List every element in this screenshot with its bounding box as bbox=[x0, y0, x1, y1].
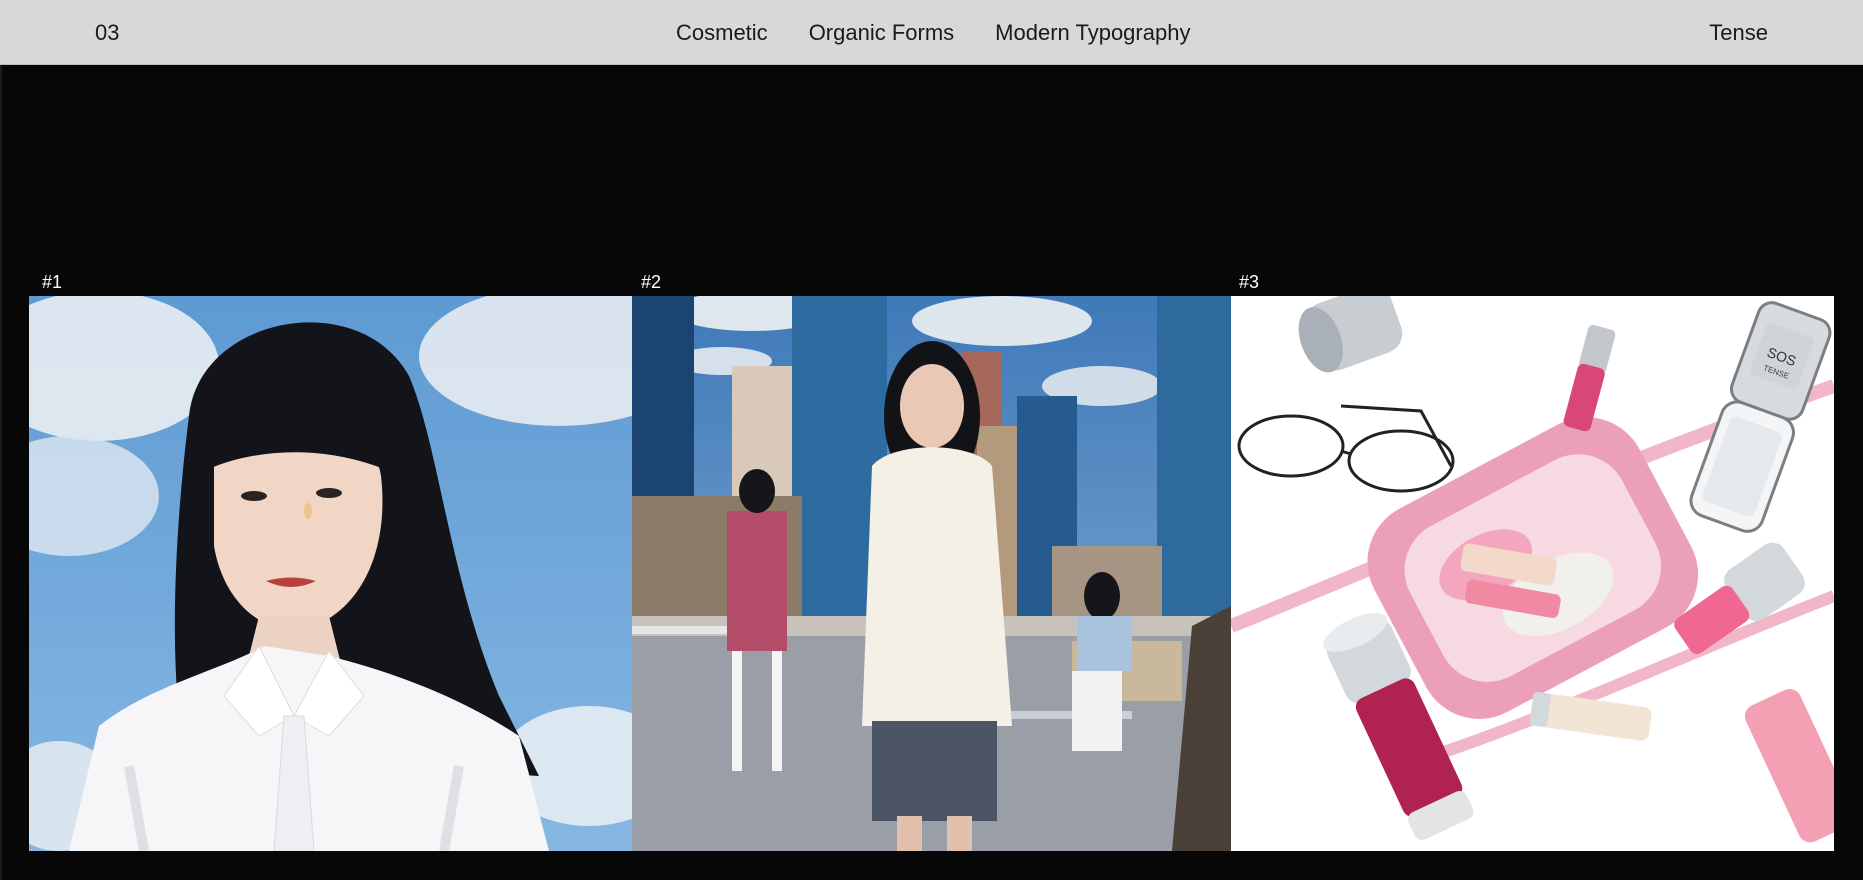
category-nav: Cosmetic Organic Forms Modern Typography bbox=[676, 20, 1190, 46]
nav-item-modern-typography[interactable]: Modern Typography bbox=[995, 20, 1190, 46]
gallery-image-office[interactable] bbox=[632, 296, 1231, 851]
frame-edge bbox=[0, 65, 2, 880]
section-number: 03 bbox=[95, 20, 120, 45]
gallery-image-portrait[interactable] bbox=[29, 296, 632, 851]
top-bar: 03 Cosmetic Organic Forms Modern Typogra… bbox=[0, 0, 1863, 65]
nav-item-organic-forms[interactable]: Organic Forms bbox=[809, 20, 954, 46]
nav-item-cosmetic[interactable]: Cosmetic bbox=[676, 20, 768, 46]
image-label-1: #1 bbox=[42, 272, 63, 292]
image-label-3: #3 bbox=[1239, 272, 1260, 292]
brand-name[interactable]: Tense bbox=[1709, 20, 1768, 46]
gallery-image-products[interactable]: SOS TENSE bbox=[1231, 296, 1834, 851]
image-label-2: #2 bbox=[641, 272, 662, 292]
